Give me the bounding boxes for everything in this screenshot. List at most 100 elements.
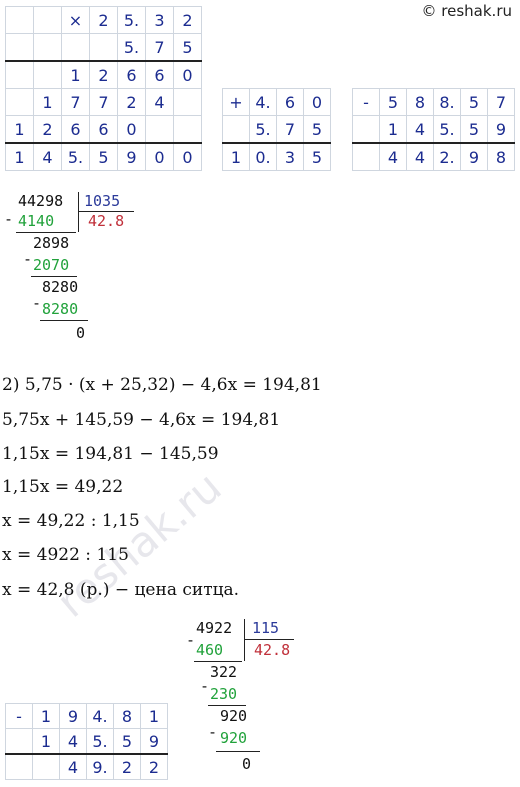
equation-line-3: 1,15x = 194,81 − 145,59 [2, 444, 219, 464]
subtraction-grid-2: -1 9 4. 8 1 1 4 5. 5 9 4 9. 2 2 [5, 703, 168, 780]
minus-sign: - [32, 294, 42, 312]
grid-cell: 4. [86, 703, 114, 729]
grid-cell: 0 [303, 88, 331, 116]
grid-cell: 5. [433, 115, 461, 144]
grid-cell [5, 6, 34, 34]
grid-cell: 0 [173, 142, 202, 171]
grid-cell [33, 6, 62, 34]
grid-cell: 1 [379, 115, 407, 144]
grid-cell: 2 [113, 753, 141, 780]
grid-cell: 4 [59, 728, 87, 755]
grid-cell: × [61, 6, 90, 34]
remainder-2: 8280 [42, 278, 79, 296]
grid-cell: + [222, 88, 250, 116]
grid-cell: 5 [460, 88, 488, 116]
grid-cell: 8. [433, 88, 461, 116]
grid-cell [173, 88, 202, 116]
equation-line-1: 2) 5,75 · (x + 25,32) − 4,6x = 194,81 [2, 375, 322, 395]
grid-cell: 5 [303, 115, 331, 144]
minus-sign: - [186, 631, 196, 649]
grid-cell [33, 60, 62, 89]
grid-cell: 4 [59, 753, 87, 780]
grid-cell [5, 728, 33, 755]
grid-cell: 2. [433, 142, 461, 171]
subtraction-grid-1: -5 8 8. 5 7 1 4 5. 5 9 4 4 2. 9 8 [352, 88, 515, 171]
grid-cell: 2 [33, 115, 62, 144]
grid-cell [5, 33, 34, 62]
grid-cell [5, 60, 34, 89]
grid-cell [173, 115, 202, 144]
grid-cell: 6 [145, 60, 174, 89]
grid-cell: 5. [86, 728, 114, 755]
multiplication-grid: × 2 5. 3 2 5. 7 5 1 2 6 6 0 1 7 7 2 4 1 2 6 6 0 1 4 5. 5 9 0 0 [5, 6, 202, 171]
subtrahend-2: 230 [210, 685, 238, 703]
equation-line-5: x = 49,22 : 1,15 [2, 511, 140, 531]
remainder-1: 322 [210, 663, 238, 681]
equation-line-6: x = 4922 : 115 [2, 545, 129, 565]
grid-cell: 3 [145, 6, 174, 34]
grid-cell: 4. [249, 88, 277, 116]
grid-cell: 5. [117, 6, 146, 34]
grid-cell: 1 [32, 728, 60, 755]
grid-cell: 0 [145, 142, 174, 171]
grid-cell: 6 [276, 88, 304, 116]
grid-cell: 5 [173, 33, 202, 62]
minus-sign: - [4, 210, 14, 228]
grid-cell: 7 [487, 88, 515, 116]
grid-cell: 9 [487, 115, 515, 144]
minus-sign: - [208, 723, 218, 741]
grid-cell: 4 [33, 142, 62, 171]
grid-cell: 9 [117, 142, 146, 171]
equation-line-7: x = 42,8 (р.) − цена ситца. [2, 580, 240, 600]
grid-cell: 5 [89, 142, 118, 171]
grid-cell: 5. [249, 115, 277, 144]
addition-grid: +4. 6 0 5. 7 5 1 0. 3 5 [222, 88, 331, 171]
minus-sign: - [23, 250, 33, 268]
grid-cell: 3 [276, 142, 304, 171]
grid-cell: 5 [113, 728, 141, 755]
grid-cell: 2 [89, 60, 118, 89]
grid-cell: 9 [59, 703, 87, 729]
grid-cell [5, 88, 34, 116]
grid-cell: 4 [145, 88, 174, 116]
minus-sign: - [200, 677, 210, 695]
grid-cell: 1 [5, 115, 34, 144]
grid-cell: 5 [460, 115, 488, 144]
grid-cell [352, 115, 380, 144]
subtrahend-1: 460 [196, 641, 224, 659]
remainder-3: 0 [242, 755, 252, 773]
grid-cell: 1 [140, 703, 168, 729]
grid-cell [32, 753, 60, 780]
grid-cell: 4 [379, 142, 407, 171]
dividend: 4922 [196, 619, 233, 637]
grid-cell: 8 [113, 703, 141, 729]
grid-cell: 9 [460, 142, 488, 171]
grid-cell: 1 [222, 142, 250, 171]
grid-cell: 7 [145, 33, 174, 62]
grid-cell: 5. [61, 142, 90, 171]
remainder-1: 2898 [33, 234, 70, 252]
grid-cell: 5 [303, 142, 331, 171]
quotient: 42.8 [254, 641, 291, 659]
grid-cell: 8 [406, 88, 434, 116]
grid-cell [352, 142, 380, 171]
quotient: 42.8 [88, 212, 125, 230]
grid-cell: 0 [173, 60, 202, 89]
grid-cell: 6 [89, 115, 118, 144]
grid-cell [89, 33, 118, 62]
divisor: 1035 [84, 192, 121, 210]
grid-cell: 7 [276, 115, 304, 144]
grid-cell: 9 [140, 728, 168, 755]
grid-cell [145, 115, 174, 144]
subtrahend-3: 8280 [42, 300, 79, 318]
equation-line-2: 5,75x + 145,59 − 4,6x = 194,81 [2, 410, 281, 430]
grid-cell: 2 [117, 88, 146, 116]
grid-cell: 1 [32, 703, 60, 729]
grid-cell: 0. [249, 142, 277, 171]
grid-cell [33, 33, 62, 62]
equation-line-4: 1,15x = 49,22 [2, 477, 124, 497]
remainder-3: 0 [76, 324, 86, 342]
grid-cell [61, 33, 90, 62]
subtrahend-3: 920 [220, 729, 248, 747]
grid-cell: 8 [487, 142, 515, 171]
